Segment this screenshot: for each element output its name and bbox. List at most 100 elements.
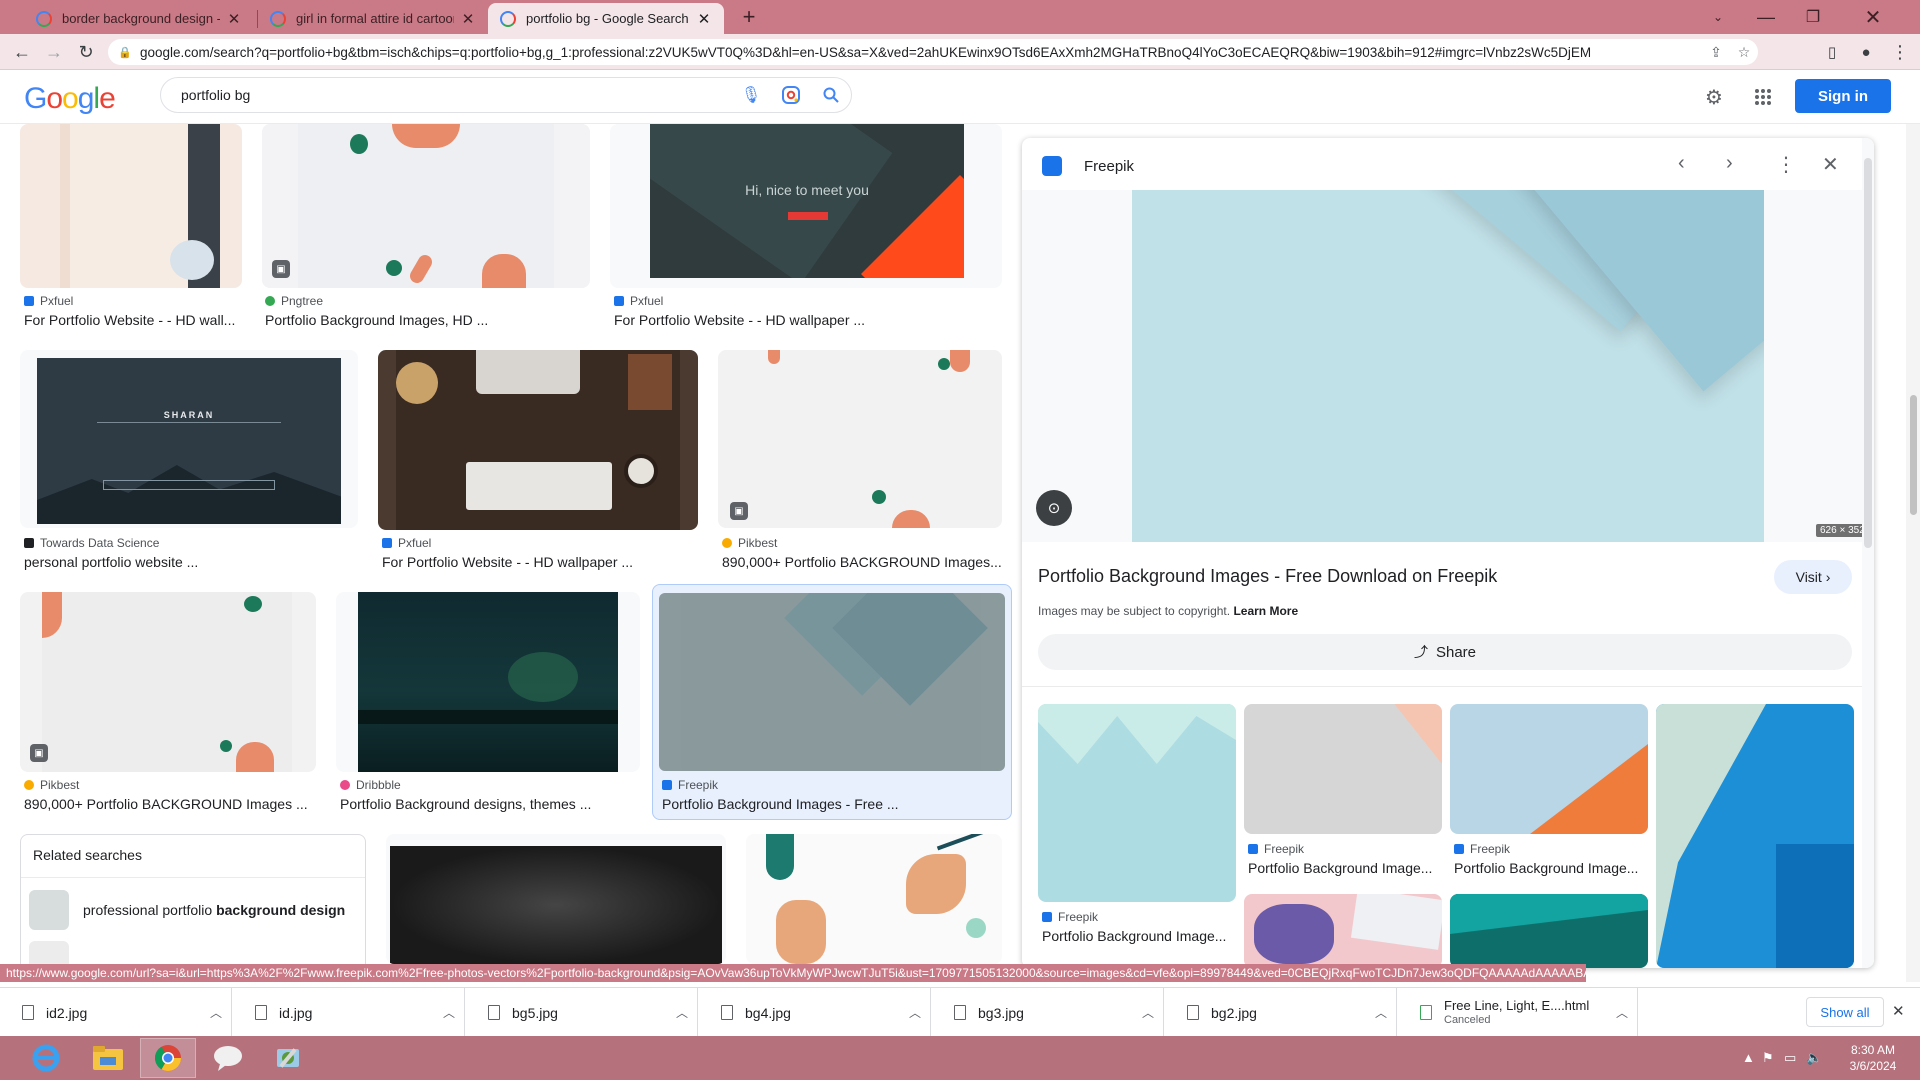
related-source[interactable]: Freepik [1248,842,1304,856]
internet-explorer-icon[interactable] [18,1038,74,1078]
share-button[interactable]: ⤴ Share [1038,634,1852,670]
result-thumbnail[interactable]: ▣ [718,350,1002,528]
result-source[interactable]: Pxfuel [382,536,431,550]
visual-search-icon[interactable]: ⊙ [1036,490,1072,526]
download-item[interactable]: id2.jpg ︿ [0,988,232,1037]
settings-gear-icon[interactable]: ⚙ [1699,82,1729,112]
result-thumbnail[interactable]: ▣ [20,592,316,772]
share-page-icon[interactable]: ⇪ [1702,44,1730,61]
next-image-icon[interactable]: › [1726,152,1733,175]
download-item[interactable]: bg2.jpg ︿ [1165,988,1397,1037]
show-hidden-icons-icon[interactable]: ▲ [1742,1050,1755,1065]
minimize-button[interactable]: — [1743,0,1789,34]
result-source[interactable]: Pxfuel [614,294,663,308]
action-center-flag-icon[interactable]: ⚑ [1762,1050,1774,1066]
maximize-button[interactable]: ❐ [1790,0,1836,34]
result-caption[interactable]: 890,000+ Portfolio BACKGROUND Images ... [24,796,320,812]
volume-icon[interactable]: 🔈 [1806,1050,1822,1066]
download-item[interactable]: bg4.jpg ︿ [699,988,931,1037]
visit-button[interactable]: Visit › [1774,560,1852,594]
result-thumbnail[interactable] [386,834,726,964]
tab-portfolio-bg[interactable]: portfolio bg - Google Search ✕ [488,3,724,34]
result-thumbnail[interactable]: ▣ [262,124,590,288]
result-caption[interactable]: Portfolio Background designs, themes ... [340,796,640,812]
system-clock[interactable]: 8:30 AM 3/6/2024 [1838,1042,1908,1074]
result-thumbnail[interactable] [746,834,1002,964]
chrome-icon[interactable] [140,1038,196,1078]
related-caption[interactable]: Portfolio Background Image... [1454,860,1650,876]
search-box[interactable]: 🎙 [160,77,852,113]
download-item[interactable]: bg5.jpg ︿ [466,988,698,1037]
chevron-up-icon[interactable]: ︿ [201,1004,231,1021]
result-source[interactable]: Pxfuel [24,294,73,308]
result-caption[interactable]: For Portfolio Website - - HD wallpaper .… [614,312,1004,328]
browser-menu-icon[interactable]: ⋮ [1886,38,1914,66]
chevron-up-icon[interactable]: ︿ [1133,1004,1163,1021]
related-image-thumbnail[interactable] [1244,894,1442,968]
related-image-thumbnail[interactable] [1450,894,1648,968]
bookmark-star-icon[interactable]: ☆ [1730,44,1758,61]
search-input[interactable] [181,87,731,103]
messaging-app-icon[interactable] [200,1038,256,1078]
result-thumbnail[interactable] [378,350,698,530]
result-caption[interactable]: For Portfolio Website - - HD wallpaper .… [382,554,702,570]
result-caption[interactable]: Portfolio Background Images, HD ... [265,312,585,328]
result-caption[interactable]: personal portfolio website ... [24,554,358,570]
related-image-thumbnail[interactable] [1038,704,1236,902]
microphone-icon[interactable]: 🎙 [731,85,771,105]
side-panel-icon[interactable]: ▯ [1818,38,1846,66]
result-caption[interactable]: 890,000+ Portfolio BACKGROUND Images... [722,554,1004,570]
page-scrollbar-thumb[interactable] [1910,395,1917,515]
tab-girl-cartoon[interactable]: girl in formal attire id cartoon - G ✕ [258,3,488,34]
close-icon[interactable]: ✕ [460,10,476,28]
download-item[interactable]: bg3.jpg ︿ [932,988,1164,1037]
close-icon[interactable]: ✕ [226,10,242,28]
result-source[interactable]: Freepik [662,778,718,792]
show-all-button[interactable]: Show all [1806,997,1884,1027]
back-icon[interactable]: ← [8,38,36,66]
result-source[interactable]: Pngtree [265,294,323,308]
search-icon[interactable] [811,87,851,103]
profile-icon[interactable]: ● [1852,38,1880,66]
close-icon[interactable]: ✕ [696,10,712,28]
reload-icon[interactable]: ↻ [72,38,100,66]
related-source[interactable]: Freepik [1454,842,1510,856]
related-search-item[interactable]: professional portfolio background design [29,885,365,935]
result-source[interactable]: Towards Data Science [24,536,159,550]
result-thumbnail[interactable] [20,124,242,288]
chevron-up-icon[interactable]: ︿ [1366,1004,1396,1021]
related-caption[interactable]: Portfolio Background Image... [1042,928,1238,944]
result-caption[interactable]: Portfolio Background Images - Free ... [662,796,1002,812]
related-source[interactable]: Freepik [1042,910,1098,924]
address-bar[interactable]: 🔒 google.com/search?q=portfolio+bg&tbm=i… [108,39,1758,65]
chevron-up-icon[interactable]: ︿ [667,1004,697,1021]
tab-search-icon[interactable]: ⌄ [1695,0,1741,34]
result-thumbnail[interactable]: SHARAN [20,350,358,528]
tab-border-background[interactable]: border background design - Goo ✕ [24,3,254,34]
sign-in-button[interactable]: Sign in [1795,79,1891,113]
forward-icon[interactable]: → [40,38,68,66]
related-caption[interactable]: Portfolio Background Image... [1248,860,1444,876]
panel-title[interactable]: Portfolio Background Images - Free Downl… [1038,566,1497,587]
google-lens-icon[interactable] [771,85,811,105]
panel-scrollbar[interactable] [1864,158,1872,548]
related-image-thumbnail[interactable] [1450,704,1648,834]
control-panel-icon[interactable] [260,1038,316,1078]
download-item[interactable]: Free Line, Light, E....html Canceled ︿ [1398,988,1638,1037]
preview-image[interactable]: ⊙ 626 × 352 [1022,190,1874,542]
result-caption[interactable]: For Portfolio Website - - HD wall... [24,312,244,328]
page-scrollbar-track[interactable] [1906,124,1920,982]
related-image-thumbnail[interactable] [1244,704,1442,834]
close-panel-icon[interactable]: ✕ [1822,152,1839,177]
chevron-up-icon[interactable]: ︿ [1607,1004,1637,1021]
result-source[interactable]: Dribbble [340,778,401,792]
panel-source[interactable]: Freepik [1084,158,1134,175]
previous-image-icon[interactable]: ‹ [1678,152,1685,175]
related-image-thumbnail[interactable] [1656,704,1854,968]
google-logo[interactable]: Google [24,82,116,116]
close-downloads-icon[interactable]: ✕ [1892,1002,1905,1020]
network-icon[interactable]: ▭ [1784,1050,1796,1066]
result-thumbnail[interactable]: Hi, nice to meet you [610,124,1002,288]
apps-grid-icon[interactable] [1748,82,1778,112]
result-source[interactable]: Pikbest [722,536,777,550]
